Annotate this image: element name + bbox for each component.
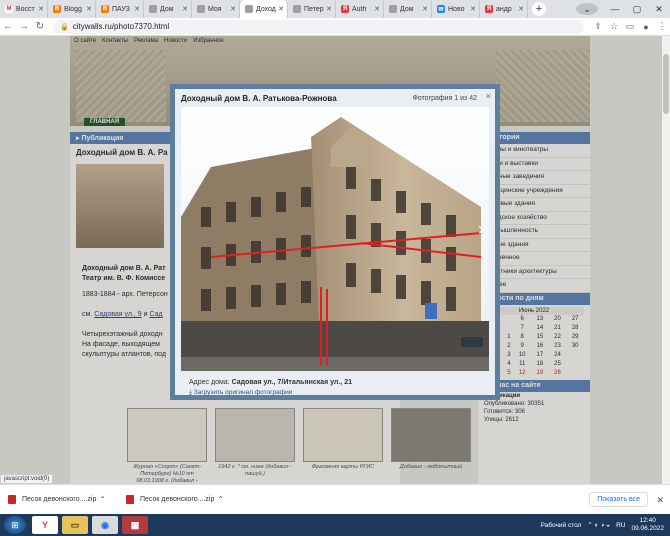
next-photo-arrow-icon[interactable]: › [474, 215, 488, 243]
browser-tab[interactable]: Яандр ✕ [480, 0, 528, 18]
browser-tab[interactable]: ✉ Ново ✕ [432, 0, 480, 18]
tab-search-icon[interactable]: ⌄ [576, 3, 598, 15]
zip-file-icon [8, 495, 16, 504]
page-scrollbar[interactable] [662, 36, 670, 484]
browser-tab[interactable]: Дом ✕ [144, 0, 192, 18]
tab-close-icon[interactable]: ✕ [326, 5, 332, 13]
download-filename: Песок девонского....zip [140, 496, 215, 503]
tab-close-icon[interactable]: ✕ [38, 5, 44, 13]
tab-label: Дом [160, 5, 174, 13]
share-icon[interactable]: ⇪ [590, 21, 606, 32]
download-original-link[interactable]: ⤓ Загрузить оригинал фотографии [189, 389, 292, 397]
explorer-taskbar-icon[interactable]: ▭ [62, 516, 88, 534]
maximize-icon[interactable]: ▢ [626, 4, 648, 15]
building-photo[interactable] [181, 107, 489, 371]
back-icon[interactable]: ← [0, 21, 16, 32]
tab-favicon-icon: Я [485, 5, 493, 13]
new-tab-button[interactable]: + [532, 2, 546, 16]
window-controls: ⌄ — ▢ ✕ [570, 0, 670, 18]
download-filename: Песок девонского....zip [22, 496, 97, 503]
download-options-icon[interactable]: ⌃ [217, 495, 224, 504]
system-tray: Рабочий стол ⌃ ◐ ◑ ◒ RU 12:40 09.06.2022 [541, 517, 664, 533]
lock-icon: 🔒 [60, 23, 69, 31]
web-page: О сайте Контакты Реклама Новости Избранное Г… [0, 36, 662, 484]
browser-tab[interactable]: Доход ✕ [240, 0, 288, 18]
tab-close-icon[interactable]: ✕ [134, 5, 140, 13]
forward-icon[interactable]: → [16, 21, 32, 32]
download-item[interactable]: Песок девонского....zip ⌃ [126, 490, 236, 510]
desktop-label[interactable]: Рабочий стол [541, 522, 582, 529]
browser-tab[interactable]: Дом ✕ [384, 0, 432, 18]
show-all-downloads-button[interactable]: Показать все [589, 492, 648, 507]
browser-tab[interactable]: Петер ✕ [288, 0, 336, 18]
tab-favicon-icon [149, 5, 157, 13]
tab-label: ПАУЗ [112, 5, 130, 13]
tab-label: Доход [256, 5, 276, 13]
tab-strip: M Восст ✕ B Blogg ✕ B ПАУЗ ✕ Дом ✕ Моя ✕ Доход ✕ Петер ✕… [0, 0, 670, 18]
tab-favicon-icon [245, 5, 253, 13]
house-address: Адрес дома: Садовая ул., 7/Итальянская у… [189, 379, 352, 386]
minimize-icon[interactable]: — [604, 4, 626, 14]
tab-close-icon[interactable]: ✕ [86, 5, 92, 13]
clock[interactable]: 12:40 09.06.2022 [631, 517, 664, 533]
address-bar[interactable]: 🔒 citywalls.ru/photo7370.html [54, 19, 584, 34]
profile-icon[interactable]: ● [638, 22, 654, 32]
bookmark-star-icon[interactable]: ☆ [606, 21, 622, 32]
tab-close-icon[interactable]: ✕ [278, 5, 284, 13]
yandex-taskbar-icon[interactable]: Y [32, 516, 58, 534]
close-window-icon[interactable]: ✕ [648, 4, 670, 15]
url-text: citywalls.ru/photo7370.html [72, 22, 170, 31]
tab-favicon-icon [293, 5, 301, 13]
tab-favicon-icon: B [53, 5, 61, 13]
tab-label: Auth [352, 5, 367, 13]
browser-toolbar: ← → ↻ 🔒 citywalls.ru/photo7370.html ⇪ ☆ … [0, 18, 670, 36]
tab-favicon-icon: ✉ [437, 5, 445, 13]
windows-taskbar: ⊞ Y ▭ ◉ ▦ Рабочий стол ⌃ ◐ ◑ ◒ RU 12:40 … [0, 514, 670, 536]
browser-tab[interactable]: B ПАУЗ ✕ [96, 0, 144, 18]
building-photo-image [181, 107, 489, 371]
app-taskbar-icon[interactable]: ▦ [122, 516, 148, 534]
close-icon[interactable]: × [486, 91, 491, 101]
photo-counter: Фотография 1 из 42 [412, 94, 477, 102]
reading-list-icon[interactable]: ▭ [622, 21, 638, 32]
browser-tab[interactable]: Моя ✕ [192, 0, 240, 18]
browser-tab[interactable]: M Восст ✕ [0, 0, 48, 18]
download-options-icon[interactable]: ⌃ [99, 495, 106, 504]
tab-close-icon[interactable]: ✕ [374, 5, 380, 13]
zip-file-icon [126, 495, 134, 504]
tab-favicon-icon: B [101, 5, 109, 13]
tab-label: Blogg [64, 5, 82, 13]
tab-close-icon[interactable]: ✕ [470, 5, 476, 13]
tray-icons[interactable]: ⌃ ◐ ◑ ◒ [587, 521, 610, 529]
tab-label: Петер [304, 5, 324, 13]
chrome-taskbar-icon[interactable]: ◉ [92, 516, 118, 534]
modal-title: Доходный дом В. А. Ратькова-Рожнова [181, 93, 337, 103]
start-button[interactable]: ⊞ [4, 516, 26, 534]
language-indicator[interactable]: RU [616, 522, 625, 529]
tab-label: Моя [208, 5, 222, 13]
tab-close-icon[interactable]: ✕ [518, 5, 524, 13]
tab-close-icon[interactable]: ✕ [182, 5, 188, 13]
scrollbar-thumb[interactable] [663, 54, 669, 114]
tab-label: андр [496, 5, 512, 13]
browser-tab[interactable]: Я Auth ✕ [336, 0, 384, 18]
tab-label: Ново [448, 5, 465, 13]
tab-close-icon[interactable]: ✕ [422, 5, 428, 13]
tab-favicon-icon [197, 5, 205, 13]
tab-favicon-icon: Я [341, 5, 349, 13]
menu-icon[interactable]: ⋮ [654, 21, 670, 32]
close-downloads-icon[interactable]: ✕ [656, 495, 664, 506]
browser-tab[interactable]: B Blogg ✕ [48, 0, 96, 18]
tab-close-icon[interactable]: ✕ [230, 5, 236, 13]
tab-label: Восст [16, 5, 35, 13]
reload-icon[interactable]: ↻ [32, 21, 48, 32]
tab-favicon-icon [389, 5, 397, 13]
photo-viewer-modal: Доходный дом В. А. Ратькова-Рожнова Фото… [170, 84, 500, 400]
downloads-bar: Песок девонского....zip ⌃ Песок девонского… [0, 484, 670, 514]
status-link-preview: javascript:void(0) [0, 474, 54, 484]
tab-favicon-icon: M [5, 5, 13, 13]
tab-label: Дом [400, 5, 414, 13]
download-item[interactable]: Песок девонского....zip ⌃ [8, 490, 118, 510]
